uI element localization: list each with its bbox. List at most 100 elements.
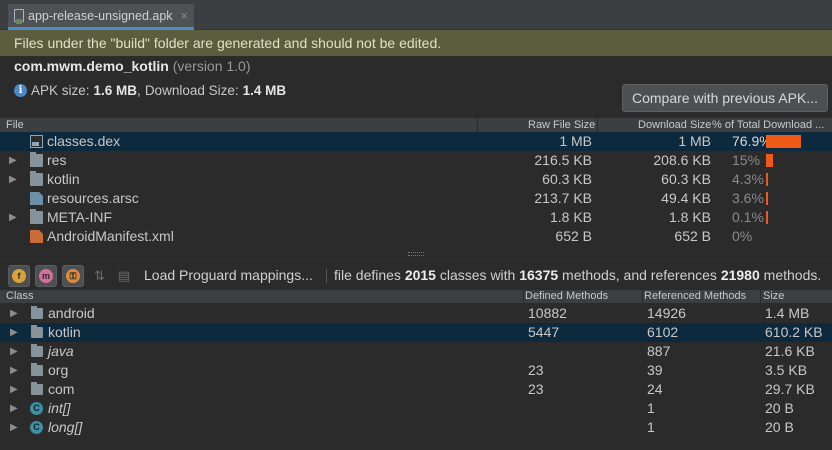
download-size: 652 B [674,228,711,244]
file-row[interactable]: ▶ kotlin 60.3 KB 60.3 KB 4.3% [0,170,832,189]
xml-file-icon [30,230,43,243]
package-icon [31,306,43,319]
file-name: classes.dex [47,133,121,149]
expand-arrow-icon[interactable]: ▶ [10,304,18,323]
class-row[interactable]: ▶ org 23 39 3.5 KB [0,361,832,380]
class-row[interactable]: ▶ com 23 24 29.7 KB [0,380,832,399]
download-size-value: 1.4 MB [242,83,287,98]
class-size: 1.4 MB [765,305,810,321]
apk-file-icon [14,9,24,24]
stats-text-2: classes with [435,267,520,283]
toolbar-divider [326,269,327,283]
column-header-class[interactable]: Class [6,290,34,303]
defined-methods: 23 [528,362,544,378]
file-row[interactable]: ▶ META-INF 1.8 KB 1.8 KB 0.1% [0,208,832,227]
tab-apk[interactable]: app-release-unsigned.apk × [8,4,194,30]
dex-file-icon [30,135,43,148]
close-icon[interactable]: × [181,8,189,23]
raw-file-size: 60.3 KB [542,171,592,187]
expand-arrow-icon[interactable]: ▶ [10,342,18,361]
file-name: META-INF [47,209,113,225]
referenced-methods: 39 [647,362,663,378]
class-name: android [48,305,95,321]
file-row[interactable]: ▶ res 216.5 KB 208.6 KB 15% [0,151,832,170]
file-row[interactable]: classes.dex 1 MB 1 MB 76.9% [0,132,832,151]
file-row[interactable]: resources.arsc 213.7 KB 49.4 KB 3.6% [0,189,832,208]
file-row[interactable]: AndroidManifest.xml 652 B 652 B 0% [0,227,832,246]
class-row[interactable]: ▶ java 887 21.6 KB [0,342,832,361]
class-size: 20 B [765,400,794,416]
file-name: kotlin [47,171,80,187]
percent-of-total: 0.1% [732,209,764,225]
expand-arrow-icon[interactable]: ▶ [10,361,18,380]
folder-icon [30,171,43,186]
column-header-raw-size[interactable]: Raw File Size [528,118,595,132]
folder-icon [30,152,43,167]
class-name: long[] [48,419,83,435]
size-summary: i APK size: 1.6 MB, Download Size: 1.4 M… [14,83,286,98]
show-fields-button[interactable]: f [8,265,30,287]
download-percent-bar [766,135,801,148]
column-header-size[interactable]: Size [763,290,784,303]
expand-arrow-icon[interactable]: ▶ [10,399,18,418]
download-percent-bar [766,211,768,224]
file-name: resources.arsc [47,190,139,206]
size-separator: , [137,83,141,98]
raw-file-size: 213.7 KB [534,190,592,206]
expand-arrow-icon[interactable]: ▶ [9,208,17,227]
percent-of-total: 15% [732,152,761,168]
compare-with-previous-apk-button[interactable]: Compare with previous APK... [622,84,828,112]
package-icon [31,344,43,357]
class-size: 21.6 KB [765,343,815,359]
show-methods-button[interactable]: m [35,265,57,287]
class-name: java [48,343,74,359]
raw-file-size: 1 MB [559,133,592,149]
hierarchy-icon[interactable]: ⇅ [94,269,108,283]
class-row[interactable]: ▶ Clong[] 1 20 B [0,418,832,437]
show-references-button[interactable]: ⚿ [62,265,84,287]
column-header-referenced-methods[interactable]: Referenced Methods [644,290,746,303]
class-row[interactable]: ▶ Cint[] 1 20 B [0,399,832,418]
stats-text-3: methods, and references [558,267,721,283]
collapse-icon[interactable]: ▤ [118,269,132,283]
f-icon: f [12,269,26,283]
class-toolbar: f m ⚿ ⇅ ▤ Load Proguard mappings... file… [0,260,832,288]
lock-icon: ⚿ [66,269,80,283]
file-name: AndroidManifest.xml [47,228,174,244]
load-proguard-mappings-button[interactable]: Load Proguard mappings... [144,261,313,289]
class-name: kotlin [48,324,81,340]
defined-methods: 10882 [528,305,567,321]
percent-of-total: 0% [732,228,753,244]
folder-icon [30,209,43,224]
class-row[interactable]: ▶ kotlin 5447 6102 610.2 KB [0,323,832,342]
download-size: 1.8 KB [668,209,711,225]
apk-size-label: APK size: [31,83,90,98]
class-name: com [48,381,75,397]
splitter-handle[interactable] [408,252,424,256]
expand-arrow-icon[interactable]: ▶ [10,380,18,399]
column-header-file[interactable]: File [6,118,24,132]
column-header-percent[interactable]: % of Total Download ... [712,118,824,132]
column-header-download-size[interactable]: Download Size [638,118,711,132]
referenced-methods: 1 [647,400,655,416]
percent-of-total: 3.6% [732,190,764,206]
column-header-defined-methods[interactable]: Defined Methods [525,290,608,303]
expand-arrow-icon[interactable]: ▶ [9,170,17,189]
download-size: 49.4 KB [661,190,711,206]
package-name: com.mwm.demo_kotlin [14,58,169,74]
expand-arrow-icon[interactable]: ▶ [10,323,18,342]
class-icon: C [30,421,43,434]
class-row[interactable]: ▶ android 10882 14926 1.4 MB [0,304,832,323]
stats-text-4: methods. [759,267,822,283]
expand-arrow-icon[interactable]: ▶ [10,418,18,437]
class-count: 2015 [404,267,436,283]
tab-label: app-release-unsigned.apk [28,8,173,23]
raw-file-size: 1.8 KB [549,209,592,225]
class-size: 29.7 KB [765,381,815,397]
expand-arrow-icon[interactable]: ▶ [9,151,17,170]
stats-text-1: file defines [334,267,405,283]
download-percent-bar [766,154,773,167]
raw-file-size: 652 B [555,228,592,244]
reference-count: 21980 [720,267,760,283]
generated-files-banner: Files under the "build" folder are gener… [0,30,832,56]
